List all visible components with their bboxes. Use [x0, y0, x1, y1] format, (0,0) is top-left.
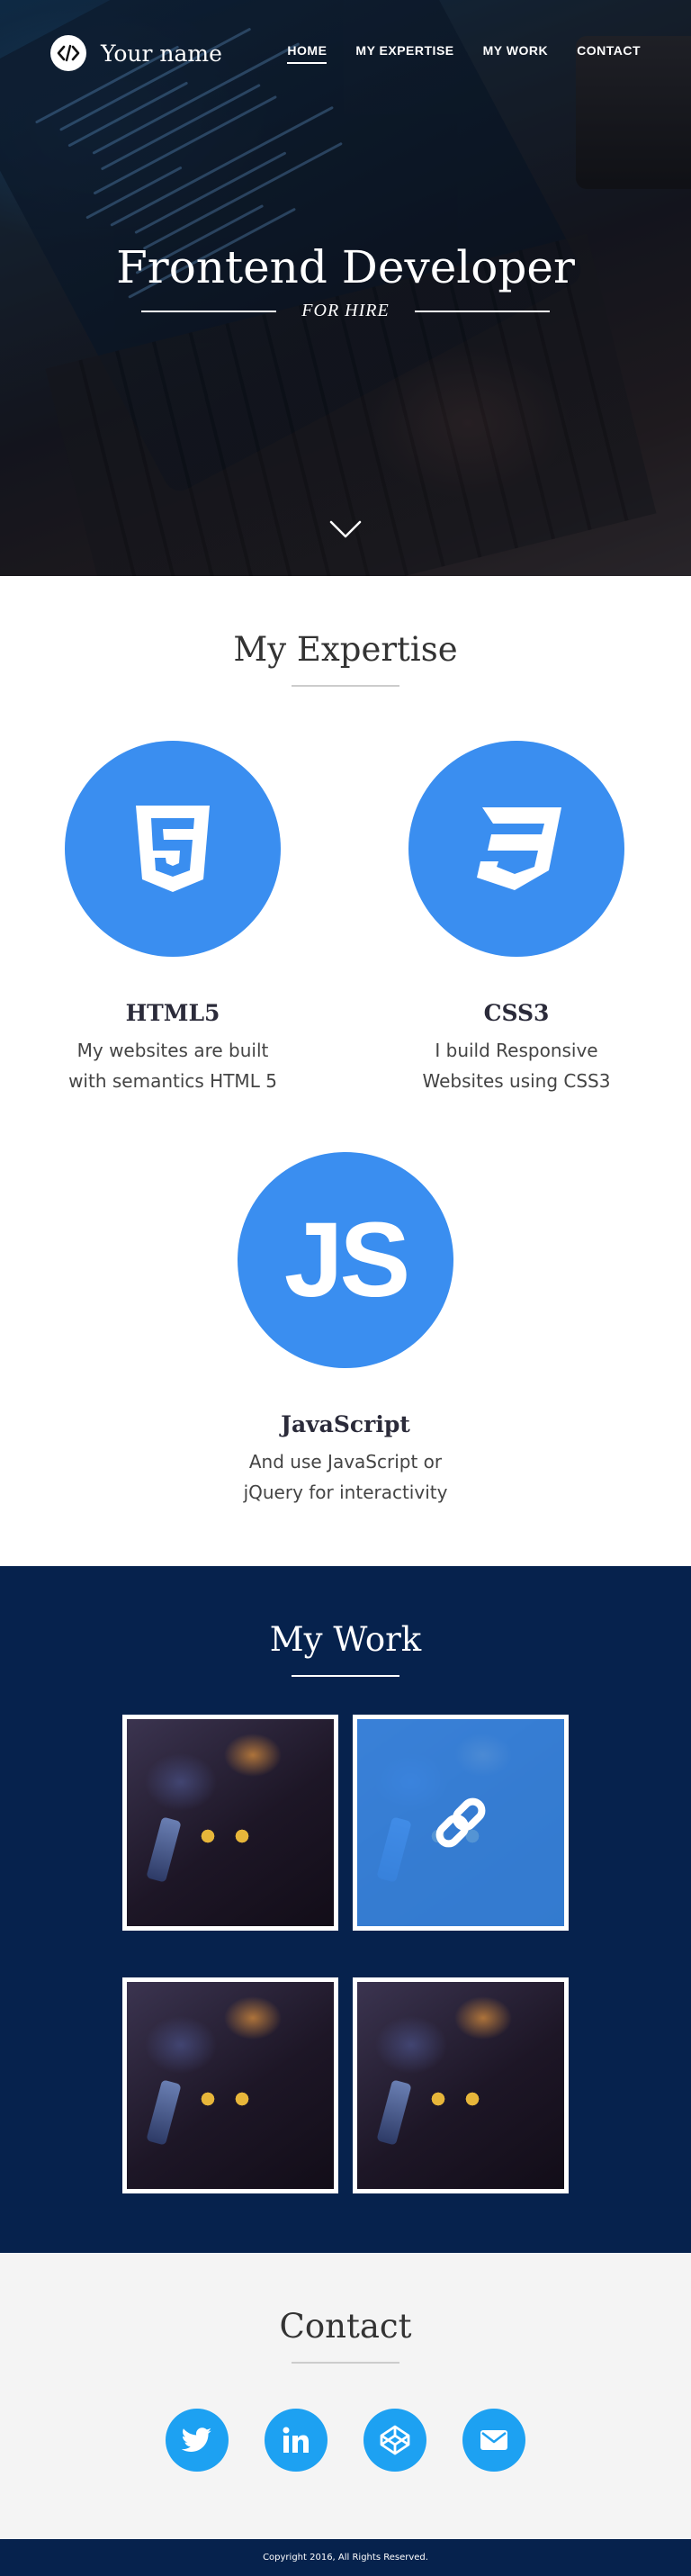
js-icon: JS — [283, 1201, 410, 1320]
portfolio-item-1[interactable] — [122, 1715, 338, 1931]
code-icon — [50, 35, 86, 71]
skill-html5-desc-line2: with semantics HTML 5 — [68, 1070, 277, 1092]
twitter-icon — [182, 2427, 211, 2452]
skill-css3-name: CSS3 — [483, 1000, 550, 1026]
expertise-title: My Expertise — [233, 630, 458, 669]
codepen-button[interactable] — [363, 2409, 426, 2472]
twitter-button[interactable] — [166, 2409, 229, 2472]
work-title: My Work — [269, 1620, 422, 1659]
hero-content: Frontend Developer FOR HIRE — [0, 241, 691, 321]
work-section: My Work — [0, 1566, 691, 2253]
portfolio-item-4[interactable] — [353, 1977, 569, 2193]
linkedin-button[interactable] — [265, 2409, 328, 2472]
skill-javascript-description: And use JavaScript or jQuery for interac… — [211, 1446, 480, 1508]
hero-section: Your name HOME MY EXPERTISE MY WORK CONT… — [0, 0, 691, 576]
skill-javascript-desc-line2: jQuery for interactivity — [243, 1482, 448, 1503]
nav-my-work[interactable]: MY WORK — [483, 43, 548, 64]
skill-css3-description: I build Responsive Websites using CSS3 — [381, 1035, 651, 1096]
navbar: Your name HOME MY EXPERTISE MY WORK CONT… — [0, 0, 691, 106]
skill-html5-name: HTML5 — [125, 1000, 220, 1026]
hero-subtitle-row: FOR HIRE — [0, 301, 691, 321]
portfolio-item-3[interactable] — [122, 1977, 338, 2193]
css3-icon — [477, 807, 561, 890]
skill-javascript-name: JavaScript — [281, 1411, 410, 1437]
hero-title: Frontend Developer — [116, 241, 575, 293]
skill-html5-desc-line1: My websites are built — [76, 1040, 269, 1061]
brand-name: Your name — [101, 40, 222, 67]
chevron-down-icon[interactable] — [328, 518, 363, 544]
work-title-divider — [292, 1675, 399, 1677]
linkedin-icon — [283, 2427, 309, 2453]
skill-javascript-desc-line1: And use JavaScript or — [248, 1451, 443, 1473]
nav-contact[interactable]: CONTACT — [577, 43, 641, 64]
codepen-icon — [380, 2425, 410, 2455]
expertise-section: My Expertise HTML5 My websites are built… — [0, 576, 691, 1566]
portfolio-item-2[interactable] — [353, 1715, 569, 1931]
social-links — [0, 2409, 691, 2472]
hero-divider-right — [414, 310, 550, 312]
nav-home[interactable]: HOME — [287, 43, 328, 64]
skill-css3-circle — [408, 741, 624, 957]
email-icon — [480, 2430, 507, 2450]
skill-css3: CSS3 I build Responsive Websites using C… — [381, 741, 651, 1096]
skill-javascript-circle: JS — [238, 1152, 453, 1368]
skill-css3-desc-line2: Websites using CSS3 — [422, 1070, 611, 1092]
email-button[interactable] — [462, 2409, 525, 2472]
portfolio-hover-overlay — [357, 1719, 564, 1926]
hero-subtitle: FOR HIRE — [301, 301, 390, 320]
skill-html5: HTML5 My websites are built with semanti… — [38, 741, 308, 1096]
contact-title: Contact — [279, 2307, 412, 2346]
nav-my-expertise[interactable]: MY EXPERTISE — [355, 43, 453, 64]
portfolio-image — [146, 2079, 182, 2146]
html5-icon — [136, 806, 210, 892]
footer-copyright: Copyright 2016, All Rights Reserved. — [263, 2553, 428, 2562]
portfolio-grid — [122, 1715, 569, 2193]
contact-section: Contact — [0, 2253, 691, 2539]
skills-list: HTML5 My websites are built with semanti… — [0, 687, 691, 1569]
skill-css3-desc-line1: I build Responsive — [435, 1040, 598, 1061]
brand[interactable]: Your name — [50, 35, 222, 71]
skill-html5-circle — [65, 741, 281, 957]
portfolio-image — [376, 2079, 412, 2146]
nav-links: HOME MY EXPERTISE MY WORK CONTACT — [287, 43, 641, 64]
footer: Copyright 2016, All Rights Reserved. — [0, 2539, 691, 2576]
skill-html5-description: My websites are built with semantics HTM… — [38, 1035, 308, 1096]
hero-divider-left — [141, 310, 277, 312]
portfolio-image — [146, 1816, 182, 1883]
skill-javascript: JS JavaScript And use JavaScript or jQue… — [211, 1152, 480, 1508]
link-icon — [435, 1797, 486, 1848]
contact-title-divider — [292, 2362, 399, 2364]
